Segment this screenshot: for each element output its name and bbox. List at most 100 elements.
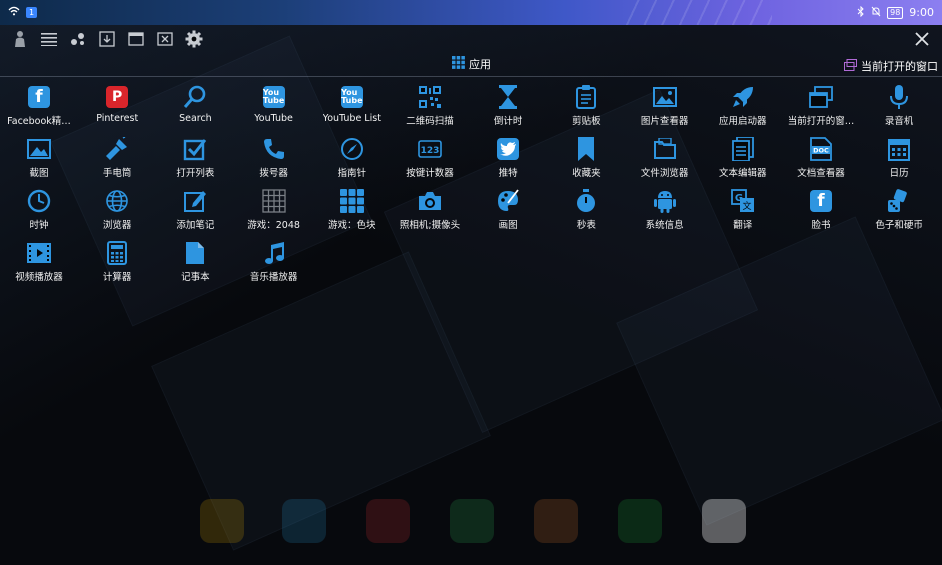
- app-launcher-item[interactable]: 截图: [0, 136, 78, 184]
- close-icon[interactable]: [908, 25, 936, 53]
- tab-current-windows-label: 当前打开的窗口: [861, 60, 938, 73]
- app-launcher-item[interactable]: 收藏夹: [547, 136, 625, 184]
- windows-stack-icon: [808, 84, 834, 110]
- calendar-icon: [886, 136, 912, 162]
- app-launcher-item[interactable]: 指南针: [313, 136, 391, 184]
- tab-current-windows[interactable]: 当前打开的窗口: [844, 58, 938, 74]
- download-window-icon[interactable]: [93, 25, 121, 53]
- svg-text:文: 文: [742, 200, 751, 212]
- app-label: 当前打开的窗…: [787, 116, 855, 127]
- app-launcher-item[interactable]: 二维码扫描: [391, 84, 469, 132]
- app-label: 计算器: [102, 272, 132, 283]
- close-window-icon[interactable]: [151, 25, 179, 53]
- app-label: Search: [179, 113, 212, 124]
- app-launcher-item[interactable]: 拨号器: [235, 136, 313, 184]
- app-launcher-item[interactable]: 秒表: [547, 188, 625, 236]
- app-launcher-item[interactable]: 画图: [469, 188, 547, 236]
- app-launcher-item[interactable]: 文本编辑器: [704, 136, 782, 184]
- app-launcher-item[interactable]: 倒计时: [469, 84, 547, 132]
- android-icon: [652, 188, 678, 214]
- app-launcher-item[interactable]: 当前打开的窗…: [782, 84, 860, 132]
- app-label: 倒计时: [493, 116, 523, 127]
- app-label: 截图: [29, 168, 49, 179]
- app-label: 收藏夹: [572, 168, 601, 179]
- dots-icon[interactable]: [64, 25, 92, 53]
- app-launcher-item[interactable]: Search: [156, 84, 234, 132]
- app-launcher-item[interactable]: 游戏：色块: [313, 188, 391, 236]
- app-launcher-item[interactable]: 色子和硬币: [860, 188, 938, 236]
- svg-text:DOC: DOC: [813, 147, 829, 155]
- search-icon: [182, 84, 208, 110]
- app-label: 游戏：2048: [247, 220, 300, 231]
- clock-icon: [26, 188, 52, 214]
- app-launcher-item[interactable]: 照相机;摄像头: [391, 188, 469, 236]
- app-launcher-item[interactable]: 文件浏览器: [626, 136, 704, 184]
- rocket-icon: [730, 84, 756, 110]
- image-icon: [652, 84, 678, 110]
- app-launcher-item[interactable]: 系统信息: [626, 188, 704, 236]
- dice-icon: [886, 188, 912, 214]
- notification-badge: 1: [26, 7, 38, 18]
- color-blocks-icon: [339, 188, 365, 214]
- app-launcher-item[interactable]: 123 按键计数器: [391, 136, 469, 184]
- app-label: 脸书: [811, 220, 831, 231]
- hand-icon[interactable]: [6, 25, 34, 53]
- app-launcher-item[interactable]: 应用启动器: [704, 84, 782, 132]
- app-launcher-item[interactable]: 推特: [469, 136, 547, 184]
- app-label: Pinterest: [96, 113, 139, 124]
- app-launcher-item[interactable]: You Tube YouTube: [235, 84, 313, 132]
- menu-lines-icon[interactable]: [35, 25, 63, 53]
- mute-icon: [871, 6, 881, 20]
- app-label: 录音机: [884, 116, 914, 127]
- app-launcher-item[interactable]: 时钟: [0, 188, 78, 236]
- app-label: 按键计数器: [406, 168, 454, 179]
- facebook-icon: f: [26, 84, 52, 110]
- tab-apps[interactable]: 应用: [452, 56, 491, 72]
- app-launcher-item[interactable]: 添加笔记: [156, 188, 234, 236]
- app-label: 文件浏览器: [640, 168, 689, 179]
- app-launcher-item[interactable]: 记事本: [156, 240, 234, 288]
- tab-bar: 应用 当前打开的窗口: [0, 56, 942, 78]
- app-launcher-item[interactable]: G 文翻译: [704, 188, 782, 236]
- app-launcher-item[interactable]: 浏览器: [78, 188, 156, 236]
- app-label: 翻译: [733, 220, 753, 231]
- app-label: 日历: [889, 168, 909, 179]
- app-launcher-item[interactable]: f 脸书: [782, 188, 860, 236]
- apps-grid-icon: [452, 56, 465, 72]
- app-launcher-item[interactable]: 音乐播放器: [235, 240, 313, 288]
- hourglass-icon: [495, 84, 521, 110]
- app-label: 画图: [498, 220, 518, 231]
- app-label: 二维码扫描: [406, 116, 454, 127]
- app-label: 添加笔记: [176, 220, 215, 231]
- gear-icon[interactable]: [180, 25, 208, 53]
- app-launcher-item[interactable]: 打开列表: [156, 136, 234, 184]
- app-label: 视频播放器: [15, 272, 63, 283]
- app-label: 时钟: [29, 220, 49, 231]
- window-icon[interactable]: [122, 25, 150, 53]
- app-label: 打开列表: [176, 168, 215, 179]
- compass-icon: [339, 136, 365, 162]
- calculator-icon: [104, 240, 130, 266]
- app-launcher-item[interactable]: f Facebook精…: [0, 84, 78, 132]
- app-launcher-item[interactable]: 录音机: [860, 84, 938, 132]
- wifi-icon: [8, 6, 20, 19]
- app-launcher-item[interactable]: 日历: [860, 136, 938, 184]
- app-label: 记事本: [181, 272, 210, 283]
- app-launcher-item[interactable]: 剪贴板: [547, 84, 625, 132]
- qr-code-icon: [417, 84, 443, 110]
- app-launcher-item[interactable]: 游戏：2048: [235, 188, 313, 236]
- app-launcher-item[interactable]: P Pinterest: [78, 84, 156, 132]
- app-launcher-item[interactable]: 图片查看器: [626, 84, 704, 132]
- app-label: Facebook精…: [7, 116, 71, 127]
- app-launcher-item[interactable]: 视频播放器: [0, 240, 78, 288]
- app-label: 系统信息: [645, 220, 684, 231]
- app-launcher-item[interactable]: You Tube YouTube List: [313, 84, 391, 132]
- app-label: 音乐播放器: [249, 272, 298, 283]
- app-label: 剪贴板: [572, 116, 601, 127]
- app-launcher-item[interactable]: 手电筒: [78, 136, 156, 184]
- phone-icon: [261, 136, 287, 162]
- app-launcher-item[interactable]: 计算器: [78, 240, 156, 288]
- status-bar: 1 98 9:00: [0, 0, 942, 25]
- youtube-list-icon: You Tube: [339, 84, 365, 110]
- app-launcher-item[interactable]: DOC 文档查看器: [782, 136, 860, 184]
